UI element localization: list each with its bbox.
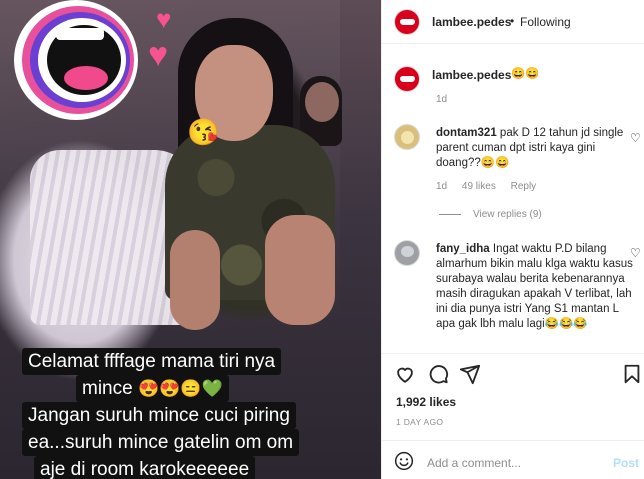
avatar[interactable] (394, 66, 420, 92)
comment-item: fany_idha Ingat waktu P.D bilang almarhu… (436, 242, 634, 332)
view-replies-label: View replies (9) (473, 209, 542, 220)
emoji-icon[interactable] (394, 451, 414, 471)
caption-line: aje di room karokeeeeee (34, 456, 256, 479)
heart-sticker-icon: ♥ (156, 4, 172, 34)
caption-time: 1d (436, 94, 448, 105)
caption-line: mince 😍😍😑💚 (76, 375, 229, 402)
comment-username[interactable]: dontam321 (436, 127, 497, 139)
background-person (305, 82, 339, 122)
avatar[interactable] (394, 9, 420, 35)
caption-line: Celamat ffffage mama tiri nya (22, 348, 282, 375)
caption-username[interactable]: lambee.pedes (432, 68, 511, 82)
action-bar (382, 353, 644, 389)
comment-text: Ingat waktu P.D bilang almarhum bikin ma… (436, 243, 633, 330)
add-comment-input[interactable]: Add a comment... (427, 456, 521, 470)
view-replies-button[interactable]: View replies (9) (439, 209, 542, 220)
comment-username[interactable]: fany_idha (436, 243, 490, 255)
like-count[interactable]: 1,992 likes (396, 395, 456, 409)
comment-icon[interactable] (427, 363, 449, 385)
comment-time: 1d (436, 181, 448, 192)
post-header: lambee.pedes • Following (382, 0, 644, 44)
comment-item: dontam321 pak D 12 tahun jd single paren… (436, 126, 634, 171)
story-caption: Celamat ffffage mama tiri nya mince 😍😍😑💚… (22, 348, 362, 479)
woman-arm-right (265, 215, 335, 325)
post-button[interactable]: Post (613, 456, 639, 470)
header-separator: • (510, 14, 515, 28)
following-button[interactable]: Following (520, 15, 571, 29)
heart-sticker-icon: ♥ (148, 36, 169, 74)
comment-likes[interactable]: 49 likes (462, 181, 496, 192)
avatar[interactable] (394, 240, 420, 266)
like-comment-icon[interactable]: ♡ (630, 246, 641, 260)
post-media[interactable]: ♥ ♥ 😘 Celamat ffffage mama tiri nya minc… (0, 0, 381, 479)
like-icon[interactable] (394, 363, 416, 385)
mouth-sticker-icon (14, 0, 138, 120)
woman-arm-left (170, 230, 220, 330)
kissing-face-icon: 😘 (187, 117, 220, 147)
like-comment-icon[interactable]: ♡ (630, 131, 641, 145)
share-icon[interactable] (459, 363, 481, 385)
caption-text: mince (82, 378, 133, 399)
post-sidebar: lambee.pedes • Following lambee.pedes 😄😄… (381, 0, 644, 479)
caption-emoji: 😍😍😑💚 (137, 379, 223, 398)
replies-divider (439, 214, 461, 215)
post-date: 1 DAY AGO (396, 417, 444, 427)
comment-meta: 1d 49 likes Reply (436, 181, 548, 192)
reply-button[interactable]: Reply (511, 181, 537, 192)
caption-line: ea...suruh mince gatelin om om (22, 429, 300, 456)
avatar[interactable] (394, 124, 420, 150)
add-comment-bar: Add a comment... Post (382, 440, 644, 479)
save-icon[interactable] (621, 363, 643, 385)
caption-text: 😄😄 (511, 68, 540, 80)
header-username[interactable]: lambee.pedes (432, 15, 511, 29)
caption-line: Jangan suruh mince cuci piring (22, 402, 296, 429)
